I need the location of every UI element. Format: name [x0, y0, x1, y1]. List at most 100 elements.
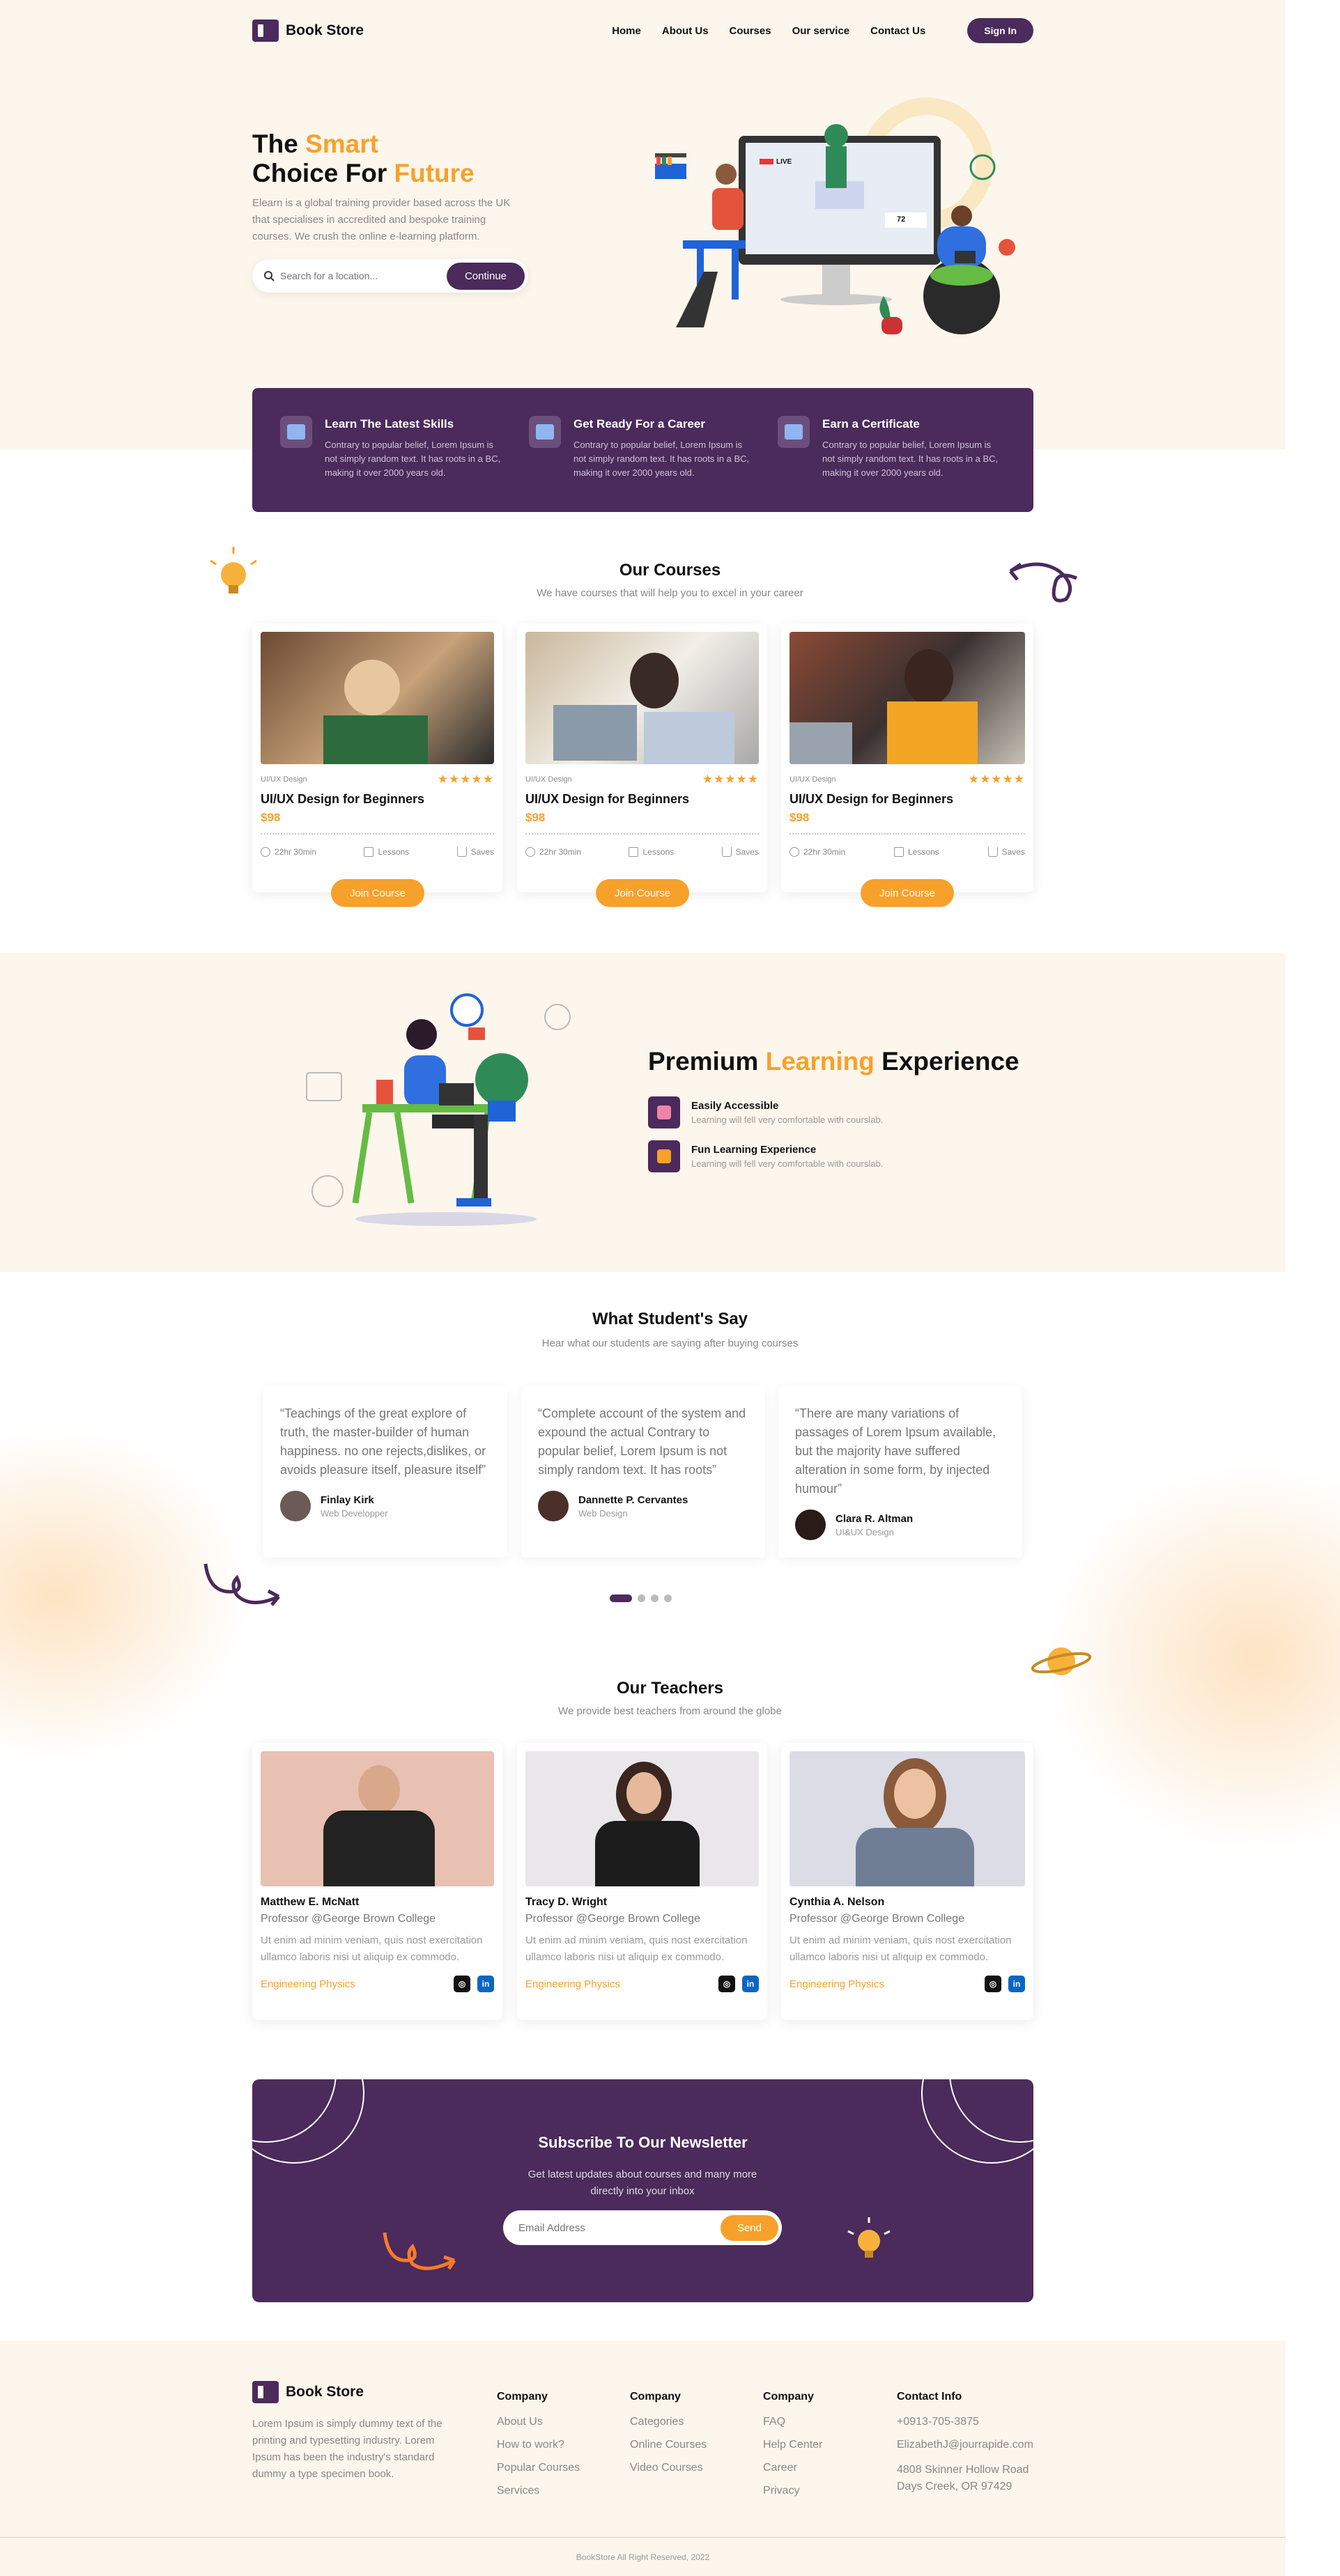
course-title: UI/UX Design for Beginners — [525, 792, 690, 806]
linkedin-icon[interactable]: in — [477, 1976, 494, 1992]
instagram-icon[interactable]: ◎ — [454, 1976, 470, 1992]
testimonial-quote: “There are many variations of passages o… — [795, 1406, 996, 1496]
teacher-photo — [790, 1751, 1025, 1886]
feature-title: Get Ready For a Career — [573, 417, 705, 430]
rating-stars: ★★★★★ — [702, 773, 759, 786]
saves[interactable]: Saves — [456, 847, 494, 857]
lightbulb-icon — [847, 2217, 891, 2258]
teacher-field[interactable]: Engineering Physics — [525, 1978, 620, 1990]
footer-column-title: Company — [630, 2391, 681, 2403]
linkedin-icon[interactable]: in — [1008, 1976, 1025, 1992]
course-price: $98 — [261, 811, 281, 824]
join-course-button[interactable]: Join Course — [861, 879, 954, 907]
teacher-field[interactable]: Engineering Physics — [261, 1978, 355, 1990]
duration: 22hr 30min — [261, 847, 316, 857]
email-input[interactable] — [518, 2221, 721, 2234]
teachers-title: Our Teachers — [617, 1679, 723, 1698]
course-card[interactable]: UI/UX Design ★★★★★ UI/UX Design for Begin… — [252, 623, 502, 892]
continue-button[interactable]: Continue — [446, 262, 525, 290]
video-icon — [364, 847, 374, 857]
feature-text: Contrary to popular belief, Lorem Ipsum … — [325, 440, 501, 478]
lessons-text: Lessons — [642, 847, 675, 857]
lessons-text: Lessons — [907, 847, 939, 857]
location-input[interactable] — [280, 270, 447, 281]
teacher-name: Cynthia A. Nelson — [790, 1896, 885, 1908]
teacher-name: Tracy D. Wright — [525, 1896, 608, 1908]
nav-contact[interactable]: Contact Us — [870, 25, 925, 37]
course-card[interactable]: UI/UX Design ★★★★★ UI/UX Design for Begin… — [517, 623, 767, 892]
teachers-subtitle: We provide best teachers from around the… — [558, 1705, 782, 1717]
footer-link[interactable]: FAQ — [763, 2416, 822, 2428]
carousel-dot[interactable] — [651, 1595, 659, 1602]
course-price: $98 — [790, 811, 810, 824]
course-card[interactable]: UI/UX Design ★★★★★ UI/UX Design for Begin… — [781, 623, 1033, 892]
footer-link[interactable]: Privacy — [763, 2485, 822, 2497]
clock-icon — [790, 847, 799, 857]
premium-item-title: Easily Accessible — [691, 1100, 779, 1112]
send-button[interactable]: Send — [720, 2214, 778, 2241]
carousel-dot[interactable] — [664, 1595, 672, 1602]
join-course-button[interactable]: Join Course — [596, 879, 689, 907]
teacher-description: Ut enim ad minim veniam, quis nost exerc… — [790, 1934, 1012, 1963]
footer-link[interactable]: Help Center — [763, 2439, 822, 2451]
saves[interactable]: Saves — [987, 847, 1025, 857]
student-role: Web Developper — [321, 1507, 388, 1519]
footer-about: Lorem Ipsum is simply dummy text of the … — [252, 2418, 442, 2480]
footer-column: Company FAQ Help Center Career Privacy — [763, 2391, 822, 2508]
book-icon — [252, 2381, 279, 2403]
feature-text: Contrary to popular belief, Lorem Ipsum … — [573, 440, 750, 478]
footer-link[interactable]: Categories — [630, 2416, 707, 2428]
squiggle-decoration — [383, 2232, 456, 2270]
hero-title-part: Choice For — [252, 159, 394, 187]
footer-link[interactable]: About Us — [497, 2416, 580, 2428]
copyright: BookStore All Right Reserved, 2022 — [576, 2552, 710, 2562]
carousel-dot-active[interactable] — [610, 1595, 632, 1602]
footer-link[interactable]: Career — [763, 2462, 822, 2474]
instagram-icon[interactable]: ◎ — [718, 1976, 735, 1992]
divider — [525, 833, 759, 835]
squiggle-decoration — [203, 1563, 280, 1606]
contact-email[interactable]: ElizabethJ@jourrapide.com — [897, 2439, 1036, 2451]
nav-about[interactable]: About Us — [662, 25, 709, 37]
carousel-dots — [610, 1595, 672, 1602]
nav-home[interactable]: Home — [612, 25, 641, 37]
signin-button[interactable]: Sign In — [967, 18, 1033, 43]
download-icon — [987, 847, 998, 857]
teacher-field[interactable]: Engineering Physics — [790, 1978, 884, 1990]
presentation-icon — [280, 416, 312, 448]
download-icon — [721, 847, 732, 857]
newsletter-title: Subscribe To Our Newsletter — [538, 2134, 748, 2151]
avatar — [538, 1491, 569, 1521]
teacher-card: Cynthia A. Nelson Professor @George Brow… — [781, 1743, 1033, 2020]
footer-link[interactable]: Popular Courses — [497, 2462, 580, 2474]
carousel-dot[interactable] — [638, 1595, 645, 1602]
saves-text: Saves — [1001, 847, 1025, 857]
feature-item: Get Ready For a Career Contrary to popula… — [529, 416, 757, 512]
course-category: UI/UX Design — [790, 775, 836, 784]
nav-courses[interactable]: Courses — [730, 25, 771, 37]
footer-logo[interactable]: Book Store — [252, 2381, 364, 2403]
testimonial-card: “Complete account of the system and expo… — [521, 1386, 765, 1558]
circle-decoration — [252, 2079, 364, 2164]
feature-item: Learn The Latest Skills Contrary to popul… — [280, 416, 508, 512]
logo[interactable]: Book Store — [252, 20, 364, 42]
footer-link[interactable]: Online Courses — [630, 2439, 707, 2451]
footer-link[interactable]: Services — [497, 2485, 580, 2497]
courses-title: Our Courses — [619, 561, 721, 580]
brand-name: Book Store — [286, 22, 364, 38]
linkedin-icon[interactable]: in — [742, 1976, 759, 1992]
contact-phone[interactable]: +0913-705-3875 — [897, 2416, 1036, 2428]
course-title: UI/UX Design for Beginners — [790, 792, 954, 806]
saves[interactable]: Saves — [721, 847, 759, 857]
divider — [790, 833, 1025, 835]
hero-title-part: The — [252, 130, 306, 158]
footer-link[interactable]: How to work? — [497, 2439, 580, 2451]
footer-link[interactable]: Video Courses — [630, 2462, 707, 2474]
course-category: UI/UX Design — [261, 775, 307, 784]
nav-service[interactable]: Our service — [792, 25, 850, 37]
student-at-desk-illustration — [306, 993, 571, 1226]
join-course-button[interactable]: Join Course — [331, 879, 424, 907]
instagram-icon[interactable]: ◎ — [985, 1976, 1001, 1992]
circle-decoration — [921, 2079, 1033, 2164]
clock-icon — [261, 847, 270, 857]
